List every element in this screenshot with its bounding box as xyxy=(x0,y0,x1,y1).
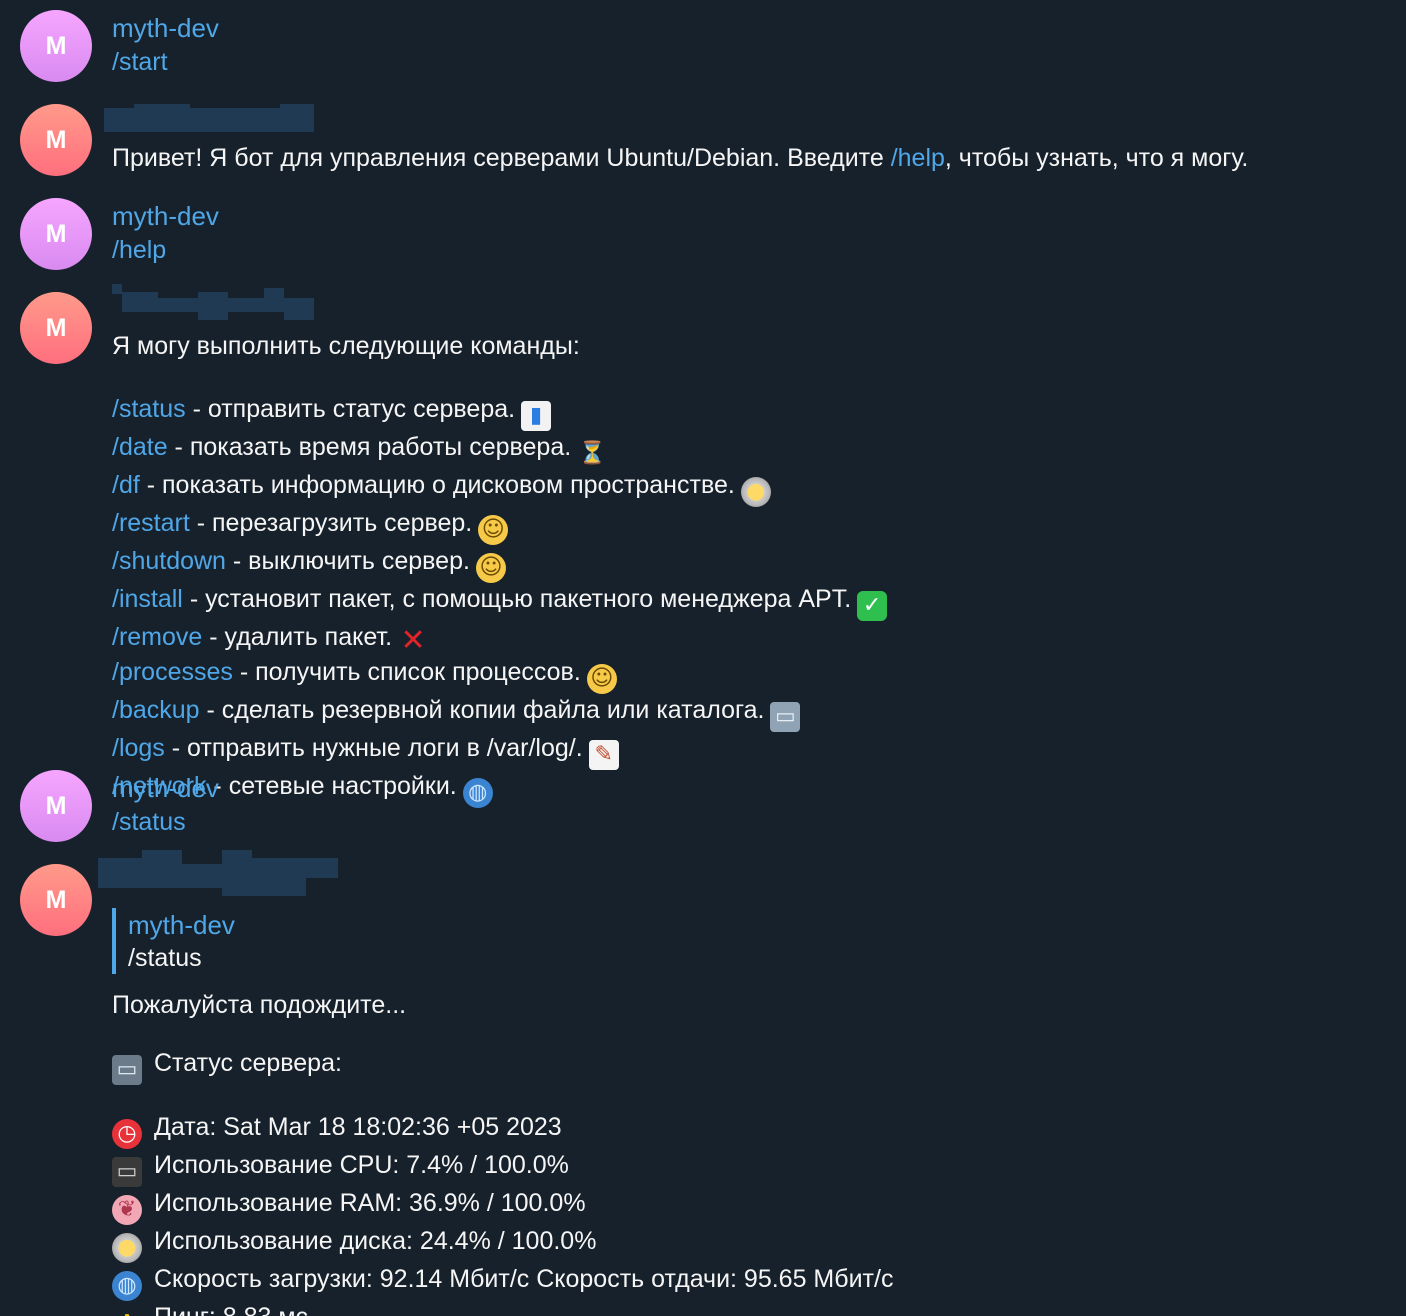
status-text: Скорость загрузки: 92.14 Мбит/с Скорость… xyxy=(154,1265,894,1293)
avatar[interactable]: M xyxy=(20,10,92,82)
avatar[interactable]: M xyxy=(20,770,92,842)
command-row: /install - установит пакет, с помощью па… xyxy=(112,583,888,621)
reply-sender: myth-dev xyxy=(128,910,235,940)
command-link[interactable]: /df xyxy=(112,471,140,499)
status-lines: ◷ Дата: Sat Mar 18 18:02:36 +05 2023 ▭ Испо… xyxy=(112,1111,893,1316)
command-link[interactable]: /logs xyxy=(112,734,165,762)
avatar[interactable]: M xyxy=(20,292,92,364)
command-description: - выключить сервер. xyxy=(225,547,470,575)
brain-icon: ❦ xyxy=(112,1195,142,1225)
command-row: /shutdown - выключить сервер. ☺ xyxy=(112,545,887,583)
status-line: ● Использование диска: 24.4% / 100.0% xyxy=(112,1225,893,1263)
help-link[interactable]: /help xyxy=(891,144,945,172)
command-link[interactable]: /start xyxy=(112,46,1386,78)
sender-name[interactable]: myth-dev xyxy=(112,770,1386,806)
sender-name[interactable]: myth-dev xyxy=(112,10,1386,46)
command-row: /restart - перезагрузить сервер. ☺ xyxy=(112,507,887,545)
memo-icon: ✎ xyxy=(588,740,619,770)
smiling-halo-icon: ☺ xyxy=(478,515,509,545)
redacted-bot-name xyxy=(104,284,324,324)
status-line: ▭ Использование CPU: 7.4% / 100.0% xyxy=(112,1149,893,1187)
commands-intro: Я могу выполнить следующие команды: xyxy=(112,332,580,360)
status-line: ❦ Использование RAM: 36.9% / 100.0% xyxy=(112,1187,893,1225)
status-line: ⋀ Пинг: 8.83 мс xyxy=(112,1301,893,1316)
chat-history: M myth-dev /start M Привет! Я бот для уп… xyxy=(0,0,1406,1316)
commands-list: /status - отправить статус сервера. ▮/dat… xyxy=(112,393,888,808)
status-text: Использование CPU: 7.4% / 100.0% xyxy=(154,1151,569,1179)
laptop-icon: ▭ xyxy=(112,1157,142,1187)
command-row: /processes - получить список процессов. ☺ xyxy=(112,656,887,694)
monocle-face-icon: ☺ xyxy=(586,664,617,694)
command-link[interactable]: /remove xyxy=(112,623,202,651)
command-link[interactable]: /restart xyxy=(112,509,190,537)
command-description: - сделать резервной копии файла или ката… xyxy=(199,696,765,724)
wait-text: Пожалуйста подождите... xyxy=(112,991,407,1019)
command-description: - отправить статус сервера. xyxy=(185,395,516,423)
status-line: ◍ Скорость загрузки: 92.14 Мбит/с Скорост… xyxy=(112,1263,893,1301)
redacted-bot-name xyxy=(98,850,338,896)
alarm-clock-icon: ◷ xyxy=(112,1119,142,1149)
command-row: /date - показать время работы сервера. ⏳ xyxy=(112,431,887,469)
status-text: Использование RAM: 36.9% / 100.0% xyxy=(154,1189,586,1217)
open-folder-icon: ▭ xyxy=(770,702,801,732)
command-description: - получить список процессов. xyxy=(232,658,581,686)
command-link[interactable]: /date xyxy=(112,433,168,461)
command-link[interactable]: /help xyxy=(112,234,1386,266)
avatar[interactable]: M xyxy=(20,198,92,270)
redacted-bot-name xyxy=(104,104,324,144)
command-description: - установит пакет, с помощью пакетного м… xyxy=(182,585,852,613)
check-mark-icon: ✓ xyxy=(857,591,888,621)
command-row: /backup - сделать резервной копии файла … xyxy=(112,694,887,732)
status-text: Дата: Sat Mar 18 18:02:36 +05 2023 xyxy=(154,1113,562,1141)
command-link[interactable]: /status xyxy=(112,806,1386,838)
reply-text: /status xyxy=(128,944,202,972)
command-link[interactable]: /status xyxy=(112,395,186,423)
command-description: - показать время работы сервера. xyxy=(167,433,572,461)
command-link[interactable]: /processes xyxy=(112,658,233,686)
greeting-text: Привет! Я бот для управления серверами U… xyxy=(112,144,1249,172)
sleeping-face-icon: ☺ xyxy=(475,553,506,583)
command-link[interactable]: /backup xyxy=(112,696,200,724)
command-link[interactable]: /shutdown xyxy=(112,547,226,575)
avatar[interactable]: M xyxy=(20,104,92,176)
status-line: ◷ Дата: Sat Mar 18 18:02:36 +05 2023 xyxy=(112,1111,893,1149)
command-row: /logs - отправить нужные логи в /var/log… xyxy=(112,732,887,770)
command-row: /status - отправить статус сервера. ▮ xyxy=(112,393,887,431)
desktop-computer-icon: ▭ xyxy=(112,1055,142,1085)
ping-chart-icon: ⋀ xyxy=(112,1309,142,1316)
globe-icon: ◍ xyxy=(112,1271,142,1301)
avatar[interactable]: M xyxy=(20,864,92,936)
command-row: /remove - удалить пакет. ✕ xyxy=(112,621,887,656)
sender-name[interactable]: myth-dev xyxy=(112,198,1386,234)
status-text: Пинг: 8.83 мс xyxy=(154,1303,308,1316)
hourglass-icon: ⏳ xyxy=(578,441,606,466)
command-row: /df - показать информацию о дисковом про… xyxy=(112,469,887,507)
status-title: ▭ Статус сервера: xyxy=(112,1047,342,1085)
command-description: - перезагрузить сервер. xyxy=(189,509,473,537)
cross-mark-icon: ✕ xyxy=(400,623,426,658)
command-description: - удалить пакет. xyxy=(202,623,393,651)
bar-chart-icon: ▮ xyxy=(521,401,552,431)
command-link[interactable]: /install xyxy=(112,585,183,613)
dvd-icon: ● xyxy=(112,1233,142,1263)
status-text: Использование диска: 24.4% / 100.0% xyxy=(154,1227,597,1255)
reply-quote[interactable]: myth-dev /status xyxy=(112,908,235,974)
command-description: - отправить нужные логи в /var/log/. xyxy=(164,734,583,762)
dvd-icon: ● xyxy=(740,477,771,507)
command-description: - показать информацию о дисковом простра… xyxy=(139,471,735,499)
